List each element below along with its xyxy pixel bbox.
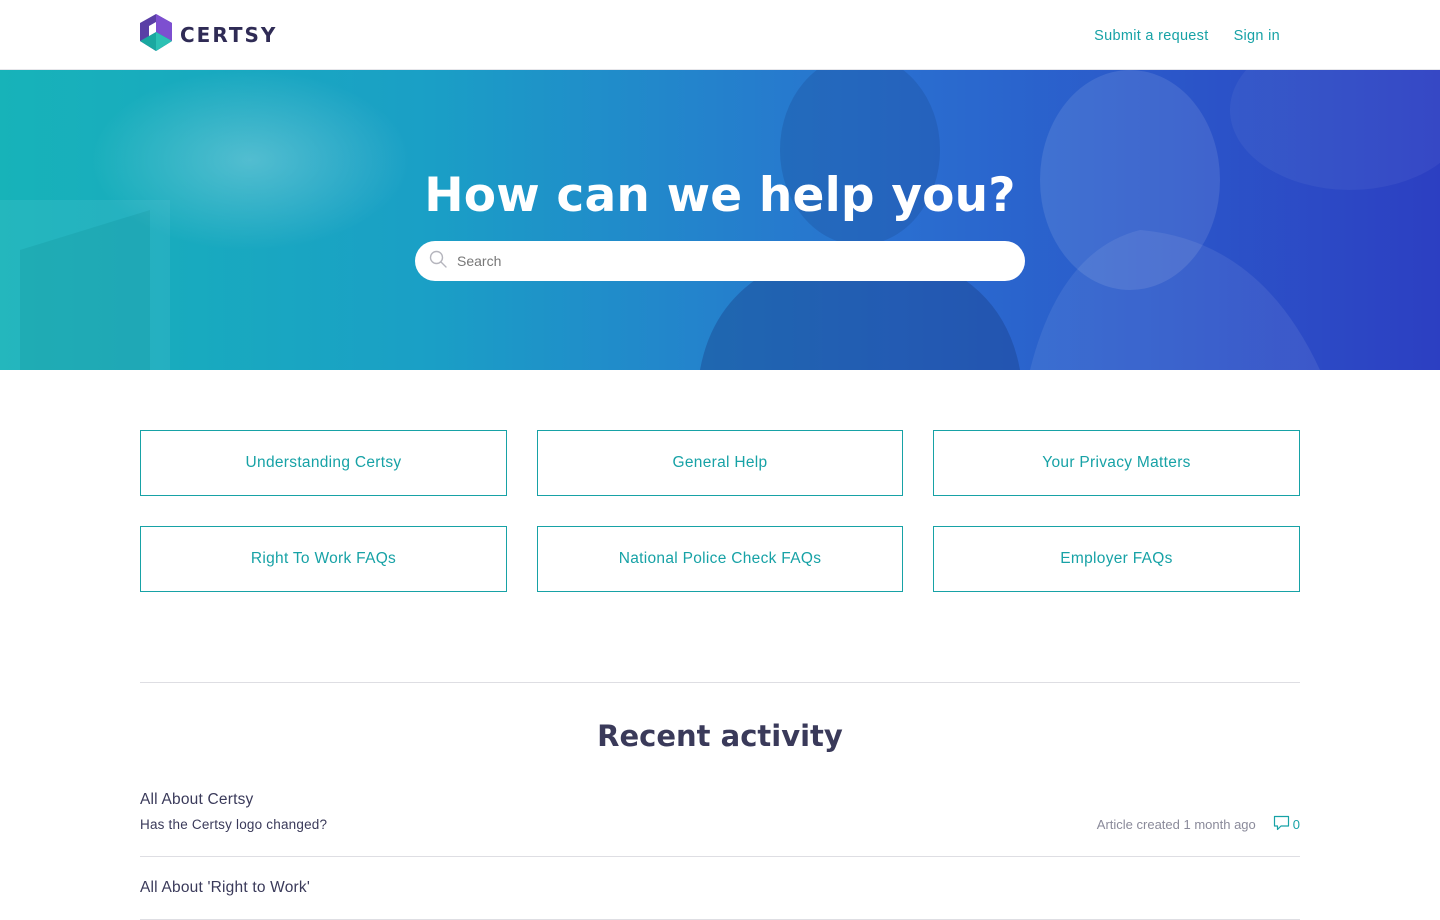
hero-content: How can we help you? bbox=[0, 70, 1440, 281]
recent-activity-title: Recent activity bbox=[597, 719, 843, 753]
submit-request-link[interactable]: Submit a request bbox=[1094, 28, 1208, 44]
category-understanding-certsy[interactable]: Understanding Certsy bbox=[140, 430, 507, 496]
search-input[interactable] bbox=[455, 252, 999, 270]
brand-name: CERTSY bbox=[180, 22, 278, 47]
category-your-privacy-matters[interactable]: Your Privacy Matters bbox=[933, 430, 1300, 496]
search-icon bbox=[429, 250, 447, 273]
brand-logo-link[interactable]: CERTSY bbox=[140, 13, 278, 56]
sign-in-link[interactable]: Sign in bbox=[1234, 28, 1280, 44]
header-nav: Submit a request Sign in bbox=[1094, 28, 1280, 44]
activity-article-link[interactable]: Has the Certsy logo changed? bbox=[140, 817, 327, 832]
comments-link[interactable]: 0 bbox=[1270, 815, 1300, 834]
category-grid: Understanding Certsy General Help Your P… bbox=[140, 430, 1300, 592]
hero-title: How can we help you? bbox=[424, 168, 1016, 223]
activity-section-link[interactable]: All About 'Right to Work' bbox=[140, 879, 1300, 897]
certsy-hexagon-logo-icon bbox=[140, 13, 172, 56]
category-national-police-check-faqs[interactable]: National Police Check FAQs bbox=[537, 526, 903, 592]
activity-meta: Article created 1 month ago 0 bbox=[1097, 815, 1300, 834]
comment-bubble-icon bbox=[1273, 815, 1290, 834]
section-divider bbox=[140, 682, 1300, 683]
category-right-to-work-faqs[interactable]: Right To Work FAQs bbox=[140, 526, 507, 592]
activity-timestamp: Article created 1 month ago bbox=[1096, 817, 1256, 832]
activity-section-link[interactable]: All About Certsy bbox=[140, 791, 1300, 809]
recent-activity-list: All About Certsy Has the Certsy logo cha… bbox=[140, 791, 1300, 920]
category-general-help[interactable]: General Help bbox=[537, 430, 903, 496]
hero-banner: How can we help you? bbox=[0, 70, 1440, 370]
search-box[interactable] bbox=[415, 241, 1025, 281]
category-employer-faqs[interactable]: Employer FAQs bbox=[933, 526, 1300, 592]
comment-count: 0 bbox=[1292, 817, 1300, 832]
activity-row: Has the Certsy logo changed? Article cre… bbox=[140, 815, 1300, 834]
site-header: CERTSY Submit a request Sign in bbox=[0, 0, 1440, 70]
list-item: All About Certsy Has the Certsy logo cha… bbox=[140, 791, 1300, 857]
